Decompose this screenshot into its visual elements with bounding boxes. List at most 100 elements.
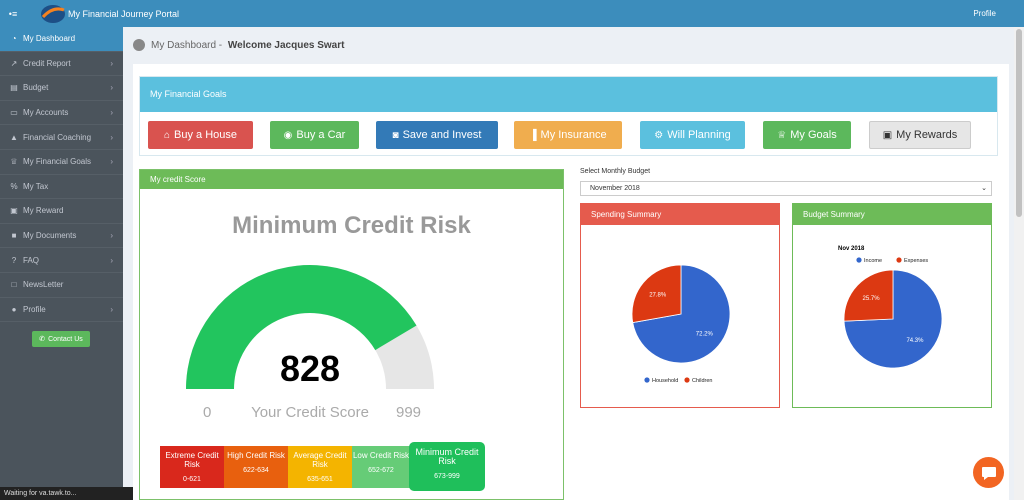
sidebar-item-my-accounts[interactable]: ▭ My Accounts › (0, 101, 123, 126)
budget-summary-header: Budget Summary (793, 204, 991, 225)
budget-select-value: November 2018 (590, 185, 640, 192)
sidebar-item-my-reward[interactable]: ▣ My Reward (0, 199, 123, 224)
credit-score-value: 828 (279, 348, 341, 389)
main-content: My Dashboard - Welcome Jacques Swart My … (123, 27, 1014, 500)
budget-select-label: Select Monthly Budget (580, 168, 651, 175)
chevron-right-icon: › (110, 157, 113, 167)
risk-band-range: 0-621 (183, 476, 201, 483)
car-icon: ◉ (283, 129, 293, 141)
risk-band-name: Average Credit Risk (293, 451, 347, 469)
question-icon: ? (11, 255, 17, 265)
goal-button-label: My Goals (790, 129, 837, 141)
pie-subtitle: Nov 2018 (838, 246, 865, 252)
sidebar-item-my-financial-goals[interactable]: ♕ My Financial Goals › (0, 150, 123, 175)
legend-swatch (684, 377, 690, 383)
goal-button-my-goals[interactable]: ♕ My Goals (763, 121, 851, 149)
legend-label-income: Income (864, 258, 882, 264)
risk-band-name: High Credit Risk (227, 451, 285, 460)
pie-slice-label: 72.2% (696, 332, 714, 338)
contact-us-button[interactable]: ✆ Contact Us (32, 331, 90, 347)
goal-button-buy-a-car[interactable]: ◉ Buy a Car (270, 121, 359, 149)
risk-band-name: Minimum Credit Risk (415, 447, 479, 466)
legend-label-children: Children (692, 378, 712, 384)
wallet-icon: ▣ (882, 129, 893, 141)
dashboard-icon (133, 39, 145, 51)
risk-band-range: 635-651 (307, 476, 333, 483)
budget-summary-panel: Budget Summary Nov 2018 74.3% 25.7% Income E… (792, 203, 992, 408)
goal-button-my-rewards[interactable]: ▣ My Rewards (869, 121, 971, 149)
sidebar-item-budget[interactable]: ▤ Budget › (0, 76, 123, 101)
goal-button-will-planning[interactable]: ⚙ Will Planning (640, 121, 745, 149)
sidebar-item-faq[interactable]: ? FAQ › (0, 248, 123, 273)
goal-button-label: Save and Invest (402, 129, 482, 141)
chevron-right-icon: › (110, 231, 113, 241)
goal-button-save-and-invest[interactable]: ◙ Save and Invest (376, 121, 498, 149)
scrollbar-thumb[interactable] (1016, 29, 1022, 217)
goal-button-my-insurance[interactable]: ▐ My Insurance (514, 121, 622, 149)
pie-slice-label: 74.3% (906, 338, 924, 344)
financial-goals-header: My Financial Goals (140, 77, 997, 112)
sidebar-item-label: NewsLetter (23, 280, 64, 290)
legend-label-expenses: Expenses (904, 258, 928, 264)
trophy-icon: ♕ (10, 157, 18, 167)
chevron-right-icon: › (110, 255, 113, 265)
chat-widget-button[interactable] (973, 457, 1004, 488)
risk-band-high-credit-risk: High Credit Risk 622-634 (224, 446, 288, 488)
chat-icon (981, 466, 996, 480)
sidebar-item-label: FAQ (23, 255, 40, 265)
user-icon: ● (11, 304, 17, 314)
brand-title[interactable]: My Financial Journey Portal (68, 9, 179, 19)
legend-swatch (856, 257, 862, 263)
risk-band-name: Low Credit Risk (352, 451, 409, 460)
sidebar-item-credit-report[interactable]: ↗ Credit Report › (0, 52, 123, 77)
goal-button-label: Buy a House (174, 129, 238, 141)
sidebar-item-my-documents[interactable]: ■ My Documents › (0, 224, 123, 249)
sidebar-item-profile[interactable]: ● Profile › (0, 298, 123, 323)
top-bar: •≡ My Financial Journey Portal Profile (0, 0, 1024, 27)
financial-goals-panel: My Financial Goals ⌂ Buy a House ◉ Buy a Ca… (139, 76, 998, 156)
sidebar-item-my-tax[interactable]: % My Tax (0, 175, 123, 200)
trophy-icon: ♕ (777, 129, 787, 141)
spending-pie-chart: 72.2% 27.8% Household Children (631, 264, 731, 384)
dashboard-icon: ◔ (11, 34, 17, 44)
sidebar-item-label: Financial Coaching (23, 132, 92, 142)
goal-button-label: My Rewards (896, 129, 958, 141)
risk-band-name: Extreme Credit Risk (165, 451, 219, 469)
line-chart-icon: ↗ (10, 58, 18, 68)
wallet-icon: ▣ (10, 206, 18, 216)
sidebar-item-financial-coaching[interactable]: ▲ Financial Coaching › (0, 125, 123, 150)
credit-card-icon: ▭ (10, 108, 18, 118)
page-title: My Dashboard - Welcome Jacques Swart (133, 39, 344, 51)
page-scrollbar[interactable] (1014, 27, 1024, 500)
sidebar-item-label: Budget (23, 83, 49, 93)
graduation-cap-icon: ▲ (10, 132, 18, 142)
spending-summary-header: Spending Summary (581, 204, 779, 225)
credit-rating: Minimum Credit Risk (232, 212, 471, 239)
document-icon: □ (11, 280, 17, 290)
spending-summary-panel: Spending Summary 72.2% 27.8% Household Chil… (580, 203, 780, 408)
chevron-right-icon: › (110, 132, 113, 142)
goal-button-buy-a-house[interactable]: ⌂ Buy a House (148, 121, 253, 149)
chevron-right-icon: › (110, 108, 113, 118)
profile-link[interactable]: Profile (973, 0, 996, 27)
sidebar-item-label: My Dashboard (23, 34, 76, 44)
monthly-budget-select[interactable]: November 2018 ⌄ (580, 181, 992, 196)
legend-swatch (644, 377, 650, 383)
briefcase-icon: ▤ (10, 83, 18, 93)
sidebar-item-label: My Reward (23, 206, 64, 216)
legend-swatch (896, 257, 902, 263)
page-separator: - (216, 39, 225, 51)
chevron-down-icon: ⌄ (981, 185, 987, 192)
piggy-bank-icon: ◙ (392, 129, 399, 141)
credit-score-panel: My credit Score Minimum Credit Risk 828 … (139, 169, 564, 500)
risk-band-range: 652-672 (368, 467, 394, 474)
contact-us-label: Contact Us (48, 335, 83, 343)
risk-band-average-credit-risk: Average Credit Risk 635-651 (288, 446, 352, 488)
sidebar-item-my-dashboard[interactable]: ◔ My Dashboard (0, 27, 123, 52)
risk-band-extreme-credit-risk: Extreme Credit Risk 0-621 (160, 446, 224, 488)
hamburger-icon[interactable]: •≡ (2, 0, 24, 27)
legend-label-household: Household (652, 378, 678, 384)
sidebar: ◔ My Dashboard ↗ Credit Report › ▤ Budget › ▭ My … (0, 27, 123, 500)
sidebar-item-newsletter[interactable]: □ NewsLetter (0, 273, 123, 298)
sidebar-item-label: Credit Report (23, 58, 71, 68)
